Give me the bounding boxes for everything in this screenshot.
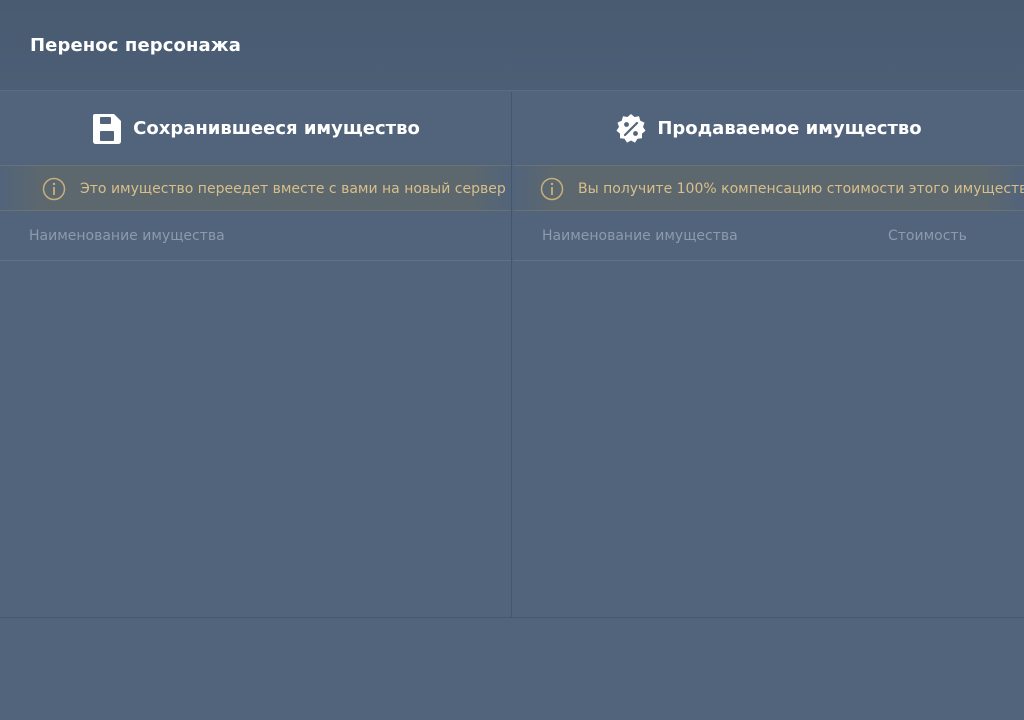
page-header: Перенос персонажа <box>0 0 1024 91</box>
sold-panel-header: Продаваемое имущество <box>513 112 1024 146</box>
floppy-disk-icon <box>91 113 123 145</box>
info-icon <box>540 177 564 201</box>
table-header-divider <box>513 260 1024 261</box>
table-header-divider <box>0 260 511 261</box>
column-header-name[interactable]: Наименование имущества <box>542 226 738 246</box>
saved-property-panel: Сохранившееся имущество Это имущество пе… <box>0 92 512 618</box>
info-icon <box>42 177 66 201</box>
column-header-cost[interactable]: Стоимость <box>888 226 967 246</box>
discount-badge-icon <box>615 113 647 145</box>
saved-notice: Это имущество переедет вместе с вами на … <box>0 165 511 211</box>
sold-panel-title: Продаваемое имущество <box>657 118 922 139</box>
sold-notice-text: Вы получите 100% компенсацию стоимости э… <box>578 181 1024 197</box>
column-header-name[interactable]: Наименование имущества <box>29 226 225 246</box>
page-title: Перенос персонажа <box>30 35 242 56</box>
saved-panel-title: Сохранившееся имущество <box>133 118 420 139</box>
panels-bottom-divider <box>0 617 1024 618</box>
sold-notice: Вы получите 100% компенсацию стоимости э… <box>513 165 1024 211</box>
saved-panel-header: Сохранившееся имущество <box>0 112 511 146</box>
saved-notice-text: Это имущество переедет вместе с вами на … <box>80 181 506 197</box>
sold-property-panel: Продаваемое имущество Вы получите 100% к… <box>513 92 1024 618</box>
